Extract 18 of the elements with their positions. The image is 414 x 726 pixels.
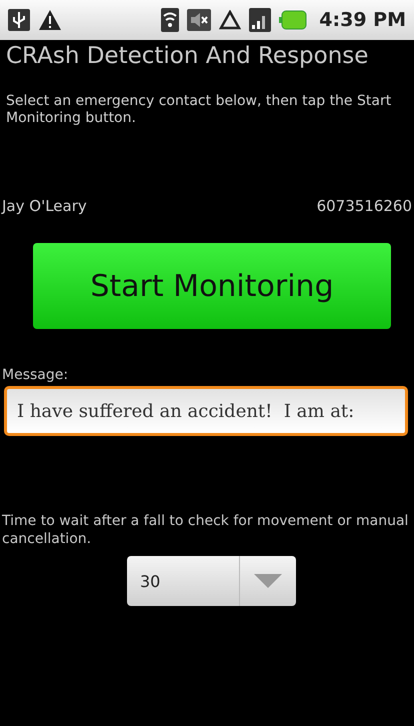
clock-time: 4:39 PM xyxy=(319,9,406,31)
wait-time-label: Time to wait after a fall to check for movement or manual cancellation. xyxy=(1,512,410,548)
start-monitoring-button[interactable]: Start Monitoring xyxy=(33,243,391,329)
message-field[interactable]: I have suffered an accident! I am at: xyxy=(4,386,408,436)
mute-icon xyxy=(187,9,212,31)
signal-icon xyxy=(249,8,272,32)
app-title: CRAsh Detection And Response xyxy=(5,42,370,71)
warning-icon xyxy=(38,9,62,31)
triangle-icon xyxy=(219,10,242,30)
message-label: Message: xyxy=(1,366,70,383)
wifi-icon xyxy=(161,8,180,32)
wait-time-dropdown[interactable]: 30 xyxy=(127,556,296,606)
battery-icon xyxy=(279,10,308,30)
dropdown-caret-icon xyxy=(254,574,282,588)
usb-icon xyxy=(8,9,30,31)
instructions-text: Select an emergency contact below, then tap the Start Monitoring button. xyxy=(5,92,392,128)
contact-name[interactable]: Jay O'Leary xyxy=(2,197,87,215)
contact-phone[interactable]: 6073516260 xyxy=(316,197,412,215)
